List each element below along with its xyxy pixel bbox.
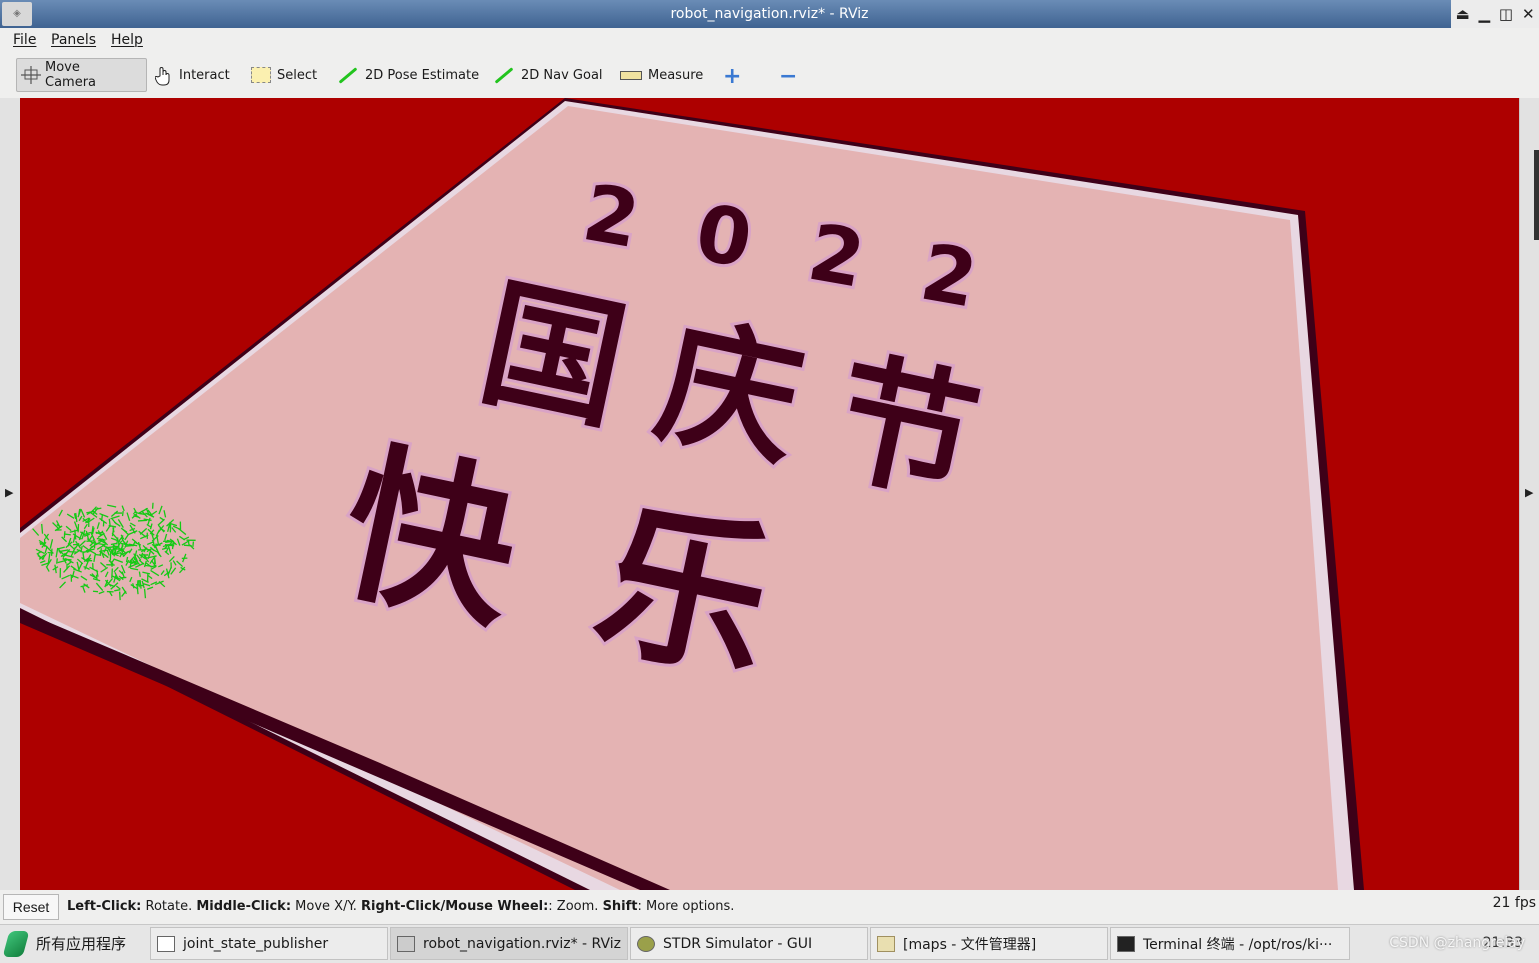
move-camera-icon — [21, 66, 39, 84]
task-terminal[interactable]: Terminal 终端 - /opt/ros/ki··· — [1110, 927, 1350, 960]
window-controls: ⏏ ▁ ◫ ✕ — [1451, 0, 1539, 28]
task-label: Terminal 终端 - /opt/ros/ki··· — [1143, 934, 1332, 954]
task-label: joint_state_publisher — [183, 936, 328, 952]
task-joint-state-publisher[interactable]: joint_state_publisher — [150, 927, 388, 960]
add-tool-icon[interactable]: + — [723, 64, 741, 89]
window-icon — [157, 936, 175, 952]
fps-counter: 21 fps — [1493, 895, 1536, 911]
expand-right-icon[interactable]: ▶ — [5, 486, 13, 499]
hint-key: Shift — [603, 899, 638, 914]
measure-label: Measure — [648, 68, 703, 83]
move-camera-tool[interactable]: Move Camera — [16, 58, 147, 92]
move-camera-label: Move Camera — [45, 60, 128, 90]
tool-bar: Move Camera Interact Select 2D Pose Esti… — [0, 52, 1539, 98]
hint-key: Middle-Click: — [196, 899, 291, 914]
pose-estimate-tool[interactable]: 2D Pose Estimate — [339, 58, 479, 92]
folder-icon — [877, 936, 895, 952]
left-dock-handle[interactable]: ▶ — [0, 98, 21, 890]
interact-tool[interactable]: Interact — [155, 58, 230, 92]
minimize-icon[interactable]: ▁ — [1479, 5, 1491, 23]
nav-goal-tool[interactable]: 2D Nav Goal — [495, 58, 603, 92]
status-bar: Reset Left-Click: Rotate. Middle-Click: … — [0, 890, 1539, 924]
hint-action: : Zoom. — [548, 899, 602, 914]
nav-goal-label: 2D Nav Goal — [521, 68, 603, 83]
green-arrow-icon — [339, 66, 359, 84]
start-menu-button[interactable]: 所有应用程序 — [6, 927, 126, 960]
right-dock-handle[interactable]: ▶ — [1519, 98, 1539, 890]
scrollbar[interactable] — [1534, 150, 1539, 240]
green-arrow-icon — [495, 66, 515, 84]
interact-label: Interact — [179, 68, 230, 83]
rviz-icon — [397, 936, 415, 952]
window-title-bar[interactable]: ◈ robot_navigation.rviz* - RViz ⏏ ▁ ◫ ✕ — [0, 0, 1539, 28]
task-rviz[interactable]: robot_navigation.rviz* - RViz — [390, 927, 628, 960]
hand-icon — [155, 66, 173, 84]
close-icon[interactable]: ✕ — [1522, 5, 1535, 23]
select-box-icon — [251, 67, 271, 83]
hint-action: Move X/Y. — [291, 899, 361, 914]
select-tool[interactable]: Select — [251, 58, 317, 92]
watermark: CSDN @zhangrelay — [1389, 935, 1525, 951]
stdr-icon — [637, 936, 655, 952]
hint-key: Right-Click/Mouse Wheel: — [361, 899, 548, 914]
shade-icon[interactable]: ⏏ — [1455, 5, 1469, 23]
task-label: robot_navigation.rviz* - RViz — [423, 936, 621, 952]
menu-file[interactable]: File — [13, 32, 36, 48]
task-label: STDR Simulator - GUI — [663, 936, 812, 952]
menu-bar: File Panels Help — [0, 28, 1539, 52]
remove-tool-icon[interactable]: − — [779, 64, 797, 89]
start-logo-icon — [3, 931, 30, 957]
menu-help[interactable]: Help — [111, 32, 143, 48]
menu-panels[interactable]: Panels — [51, 32, 96, 48]
hint-action: Rotate. — [141, 899, 196, 914]
select-label: Select — [277, 68, 317, 83]
maximize-icon[interactable]: ◫ — [1499, 5, 1513, 23]
task-label: [maps - 文件管理器] — [903, 934, 1036, 954]
mouse-hint-text: Left-Click: Rotate. Middle-Click: Move X… — [67, 899, 734, 914]
map-scene: 2022 国庆节 快乐 — [20, 98, 1519, 890]
ruler-icon — [620, 71, 642, 80]
terminal-icon — [1117, 936, 1135, 952]
pose-estimate-label: 2D Pose Estimate — [365, 68, 479, 83]
measure-tool[interactable]: Measure — [620, 58, 703, 92]
expand-right-icon[interactable]: ▶ — [1525, 486, 1533, 499]
task-stdr-simulator[interactable]: STDR Simulator - GUI — [630, 927, 868, 960]
reset-button[interactable]: Reset — [3, 894, 59, 920]
task-file-manager[interactable]: [maps - 文件管理器] — [870, 927, 1108, 960]
hint-action: : More options. — [638, 899, 735, 914]
3d-render-view[interactable]: 2022 国庆节 快乐 — [20, 98, 1519, 890]
start-label: 所有应用程序 — [36, 933, 126, 954]
hint-key: Left-Click: — [67, 899, 141, 914]
taskbar: 所有应用程序 joint_state_publisher robot_navig… — [0, 924, 1539, 963]
window-title: robot_navigation.rviz* - RViz — [0, 6, 1539, 22]
